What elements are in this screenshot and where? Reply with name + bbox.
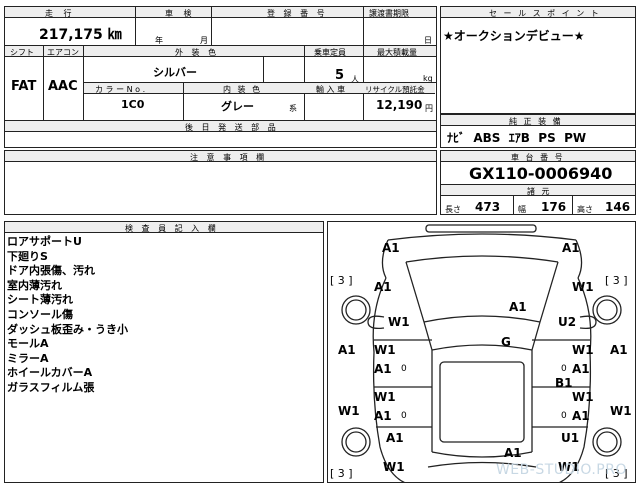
mark-right-sill: W1	[610, 404, 632, 418]
width-label: 幅	[518, 205, 526, 214]
color-no-label: カ ラ ー N o .	[95, 85, 146, 94]
sales-point-box: セ ー ル ス ポ イ ン ト ★オークションデビュー★	[440, 6, 636, 114]
chassis-box: 車 台 番 号 GX110-0006940 諸 元 長さ 473 幅 176 高…	[440, 150, 636, 215]
color-no-value: 1C0	[121, 98, 145, 111]
mark-left-rear-low: W1	[383, 460, 405, 474]
length-label: 長さ	[445, 205, 461, 214]
capacity-label: 乗車定員	[314, 48, 346, 57]
mark-left-pillar: A1	[338, 343, 356, 357]
mark-right-fender-low: U2	[558, 315, 577, 329]
mark-left-front-door-a: A1	[374, 362, 392, 376]
mark-front-right-bumper: A1	[562, 241, 580, 255]
mark-right-rear-door-w: W1	[572, 390, 594, 404]
mark-left-front-door-n: 0	[401, 364, 407, 374]
mark-right-rear-fender: U1	[561, 431, 580, 445]
mark-left-fender-top: A1	[374, 280, 392, 294]
watermark: WEB-STUDIO.PRO	[495, 462, 627, 478]
equipment-box: 純 正 装 備 ﾅﾋﾞ ABS ｴｱB PS PW	[440, 114, 636, 148]
capacity-value: 5	[335, 68, 345, 83]
ac-value: AAC	[48, 79, 78, 94]
shift-value: FAT	[11, 79, 37, 94]
mark-hood: A1	[509, 300, 527, 314]
list-item: ミラーA	[7, 351, 49, 365]
exterior-color-label: 外 装 色	[175, 48, 220, 57]
mark-right-pillar: A1	[610, 343, 628, 357]
recycle-label: リサイクル預託金	[365, 85, 425, 94]
equipment-label: 純 正 装 備	[509, 117, 563, 126]
mark-left-rear-door-w: W1	[374, 390, 396, 404]
mark-left-rear-fender: A1	[386, 431, 404, 445]
later-docs-label: 後 日 発 送 部 品	[185, 123, 279, 132]
mark-right-rear-door-a: A1	[572, 409, 590, 423]
car-diagram: A1 A1 [ 3 ] [ 3 ] A1 W1 W1 U2 A1 G A1 A1…	[327, 221, 636, 483]
caution-box: 注 意 事 項 欄	[4, 150, 437, 215]
list-item: 下廻りS	[7, 249, 48, 263]
mark-right-rear-door-n: 0	[561, 411, 567, 421]
mark-trunk: A1	[504, 446, 522, 460]
height-label: 高さ	[577, 205, 593, 214]
list-item: 室内薄汚れ	[7, 278, 62, 292]
interior-color-suffix: 系	[289, 104, 297, 113]
mark-right-front-door-n: 0	[561, 364, 567, 374]
max-load-label: 最大積載量	[377, 48, 417, 57]
interior-color-value: グレー	[221, 100, 254, 113]
list-item: シート薄汚れ	[7, 293, 73, 307]
list-item: ダッシュ板歪み・うき小	[7, 322, 128, 336]
list-item: ドア内張傷、汚れ	[7, 264, 95, 278]
inspector-label: 検 査 員 記 入 欄	[125, 224, 219, 233]
inspection-label: 車 検	[165, 9, 196, 18]
list-item: ロアサポートU	[7, 235, 82, 248]
chassis-value: GX110-0006940	[469, 164, 613, 183]
interior-color-label: 内 装 色	[223, 85, 263, 94]
mark-roof: G	[501, 335, 511, 349]
registration-label: 登 録 番 号	[267, 9, 328, 18]
mark-right-front-door-w: W1	[572, 343, 594, 357]
mark-left-sill: W1	[338, 404, 360, 418]
inspector-notes: ロアサポートU 下廻りS ドア内張傷、汚れ 室内薄汚れ シート薄汚れ コンソール…	[7, 235, 128, 396]
recycle-value: 12,190	[376, 98, 423, 112]
shift-label: シフト	[10, 48, 34, 57]
transfer-deadline-label: 譲渡書期限	[369, 9, 409, 18]
mark-right-fender-top: W1	[572, 280, 594, 294]
mark-left-fender-low: W1	[388, 315, 410, 329]
mark-left-rear-tire: [ 3 ]	[330, 467, 353, 480]
mark-left-rear-door-a: A1	[374, 409, 392, 423]
mark-front-left-bumper: A1	[382, 241, 400, 255]
list-item: モールA	[7, 337, 49, 351]
recycle-unit: 円	[425, 104, 433, 113]
list-item: ホイールカバーA	[7, 366, 93, 380]
list-item: ガラスフィルム張	[7, 380, 95, 394]
width-value: 176	[541, 200, 567, 214]
mark-right-center: B1	[555, 376, 573, 390]
mark-right-front-tire: [ 3 ]	[605, 274, 628, 287]
mark-left-front-door-w: W1	[374, 343, 396, 357]
equipment-value: ﾅﾋﾞ ABS ｴｱB PS PW	[447, 131, 587, 145]
chassis-label: 車 台 番 号	[511, 153, 565, 162]
mark-left-front-tire: [ 3 ]	[330, 274, 353, 287]
mileage-value: 217,175 ㎞	[39, 27, 122, 43]
vehicle-info-table: 走 行 車 検 登 録 番 号 譲渡書期限 217,175 ㎞ 年 月 日 シフ…	[4, 6, 437, 148]
ac-label: エアコン	[47, 48, 79, 57]
mileage-label: 走 行	[45, 9, 76, 18]
sales-point-value: ★オークションデビュー★	[443, 29, 585, 43]
mark-right-front-door-a: A1	[572, 362, 590, 376]
length-value: 473	[475, 200, 501, 214]
mark-left-rear-door-n: 0	[401, 411, 407, 421]
import-label: 輸 入 車	[316, 85, 346, 94]
caution-label: 注 意 事 項 欄	[190, 153, 268, 162]
inspector-box: 検 査 員 記 入 欄 ロアサポートU 下廻りS ドア内張傷、汚れ 室内薄汚れ …	[4, 221, 324, 483]
dims-label: 諸 元	[527, 187, 552, 196]
list-item: コンソール傷	[7, 307, 73, 321]
height-value: 146	[605, 200, 631, 214]
sales-point-label: セ ー ル ス ポ イ ン ト	[489, 9, 601, 18]
exterior-color-value: シルバー	[153, 66, 197, 79]
